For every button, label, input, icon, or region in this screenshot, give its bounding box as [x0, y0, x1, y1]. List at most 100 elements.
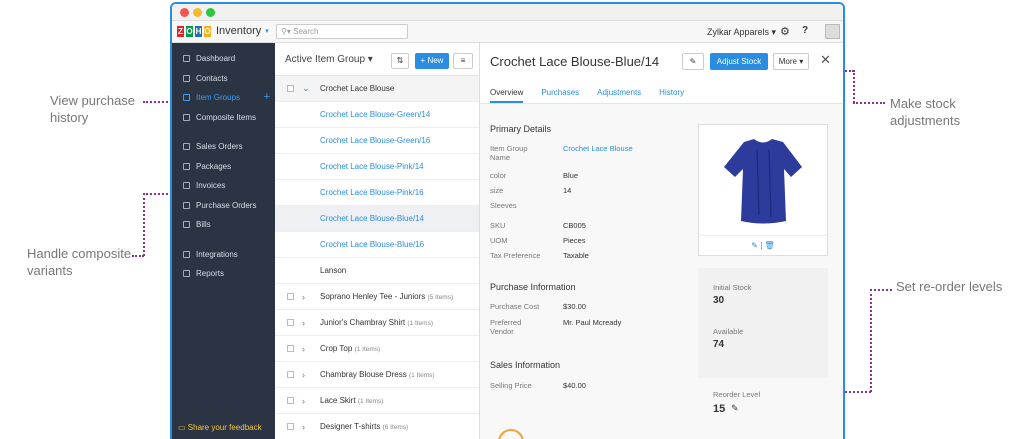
group-name: Junior's Chambray Shirt	[320, 318, 406, 327]
variant-row-selected[interactable]: Crochet Lace Blouse-Blue/14	[275, 206, 479, 232]
tab-adjustments[interactable]: Adjustments	[597, 88, 641, 103]
row-checkbox[interactable]	[287, 85, 294, 92]
maximize-window-button[interactable]	[206, 8, 215, 17]
more-button[interactable]: More ▾	[773, 53, 809, 70]
row-checkbox[interactable]	[287, 397, 294, 404]
org-switcher[interactable]: Zylkar Apparels ▾	[707, 27, 776, 38]
field-label: UOM	[490, 236, 508, 245]
chevron-right-icon[interactable]: ›	[302, 292, 305, 302]
row-checkbox[interactable]	[287, 371, 294, 378]
group-count: (1 Items)	[354, 346, 381, 353]
callout-text: Make stock adjustments	[890, 96, 961, 128]
trash-icon[interactable]: 🗑	[765, 241, 775, 250]
group-row[interactable]: › Lace Skirt (1 Items)	[275, 388, 479, 414]
sidebar-item-packages[interactable]: Packages	[172, 157, 275, 177]
group-row[interactable]: › Crop Top (1 Items)	[275, 336, 479, 362]
help-icon[interactable]: ?	[802, 25, 808, 36]
group-label: Chambray Blouse Dress (1 Items)	[320, 370, 435, 379]
connector-line	[143, 193, 145, 256]
sidebar-item-label: Contacts	[196, 73, 228, 83]
zoho-logo[interactable]: Z O H O Inventory ▾	[177, 25, 269, 37]
row-checkbox[interactable]	[287, 345, 294, 352]
group-name: Designer T-shirts	[320, 422, 381, 431]
document-icon	[183, 201, 190, 209]
row-checkbox[interactable]	[287, 319, 294, 326]
group-row[interactable]: › Junior's Chambray Shirt (1 Items)	[275, 310, 479, 336]
sidebar-item-reports[interactable]: Reports	[172, 264, 275, 284]
sidebar-item-dashboard[interactable]: Dashboard	[172, 49, 275, 69]
variant-row[interactable]: Crochet Lace Blouse-Blue/16	[275, 232, 479, 258]
group-row[interactable]: › Chambray Blouse Dress (1 Items)	[275, 362, 479, 388]
group-row[interactable]: ⌄ Crochet Lace Blouse	[275, 76, 479, 102]
pencil-icon[interactable]: ✎	[731, 403, 739, 414]
variant-row[interactable]: Crochet Lace Blouse-Green/14	[275, 102, 479, 128]
sidebar-item-composite-items[interactable]: Composite Items	[172, 108, 275, 128]
variant-row[interactable]: Crochet Lace Blouse-Pink/16	[275, 180, 479, 206]
variant-row[interactable]: Crochet Lace Blouse-Green/16	[275, 128, 479, 154]
group-label: Designer T-shirts (6 Items)	[320, 422, 408, 431]
close-window-button[interactable]	[180, 8, 189, 17]
chevron-down-icon[interactable]: ⌄	[302, 83, 310, 94]
feedback-link[interactable]: ▭ Share your feedback	[178, 423, 262, 432]
tab-overview[interactable]: Overview	[490, 88, 524, 103]
connector-line	[132, 255, 144, 257]
search-input[interactable]: ⚲▾ Search	[276, 24, 408, 39]
chevron-right-icon[interactable]: ›	[302, 344, 305, 354]
sidebar-item-integrations[interactable]: Integrations	[172, 245, 275, 265]
sidebar: Dashboard Contacts Item Groups + Composit…	[172, 43, 275, 439]
sidebar-item-purchase-orders[interactable]: Purchase Orders	[172, 196, 275, 216]
chevron-right-icon[interactable]: ›	[302, 396, 305, 406]
variant-link[interactable]: Crochet Lace Blouse-Blue/14	[320, 214, 424, 223]
row-checkbox[interactable]	[287, 293, 294, 300]
callout-reorder: Set re-order levels	[896, 278, 1006, 295]
row-checkbox[interactable]	[287, 423, 294, 430]
chevron-right-icon[interactable]: ›	[302, 318, 305, 328]
gear-icon[interactable]: ⚙	[780, 25, 790, 38]
variant-link[interactable]: Crochet Lace Blouse-Pink/14	[320, 162, 424, 171]
edit-icon[interactable]: ✎	[682, 53, 704, 70]
scroll-down-button[interactable]	[498, 429, 524, 439]
sidebar-item-item-groups[interactable]: Item Groups +	[172, 88, 275, 108]
variant-link[interactable]: Crochet Lace Blouse-Green/14	[320, 110, 430, 119]
minimize-window-button[interactable]	[193, 8, 202, 17]
connector-line	[870, 289, 872, 392]
add-icon[interactable]: +	[264, 88, 270, 108]
variant-row[interactable]: Crochet Lace Blouse-Pink/14	[275, 154, 479, 180]
close-icon[interactable]: ✕	[820, 52, 831, 68]
new-item-button[interactable]: + New	[415, 53, 449, 69]
list-header: Active Item Group ▾ ⇅ + New ≡	[275, 43, 479, 76]
filter-button[interactable]: ⇅	[391, 53, 409, 69]
group-name: Chambray Blouse Dress	[320, 370, 407, 379]
tab-purchases[interactable]: Purchases	[541, 88, 579, 103]
chevron-right-icon[interactable]: ›	[302, 370, 305, 380]
overview-body: Primary Details Item Group Name Crochet …	[480, 103, 843, 439]
sidebar-item-bills[interactable]: Bills	[172, 215, 275, 235]
menu-icon[interactable]: ≡	[453, 53, 473, 69]
variant-row[interactable]: Lanson	[275, 258, 479, 284]
connector-line	[870, 289, 892, 291]
variant-link[interactable]: Crochet Lace Blouse-Green/16	[320, 136, 430, 145]
integrations-icon	[183, 250, 190, 258]
adjust-stock-button[interactable]: Adjust Stock	[710, 53, 768, 70]
callout-text: Handle composite variants	[27, 246, 132, 278]
group-row[interactable]: › Soprano Henley Tee - Juniors (5 Items)	[275, 284, 479, 310]
tab-history[interactable]: History	[659, 88, 684, 103]
variant-link[interactable]: Crochet Lace Blouse-Blue/16	[320, 240, 424, 249]
group-row[interactable]: › Designer T-shirts (6 Items)	[275, 414, 479, 439]
chevron-right-icon[interactable]: ›	[302, 422, 305, 432]
item-group-link[interactable]: Crochet Lace Blouse	[563, 144, 633, 153]
top-bar: Z O H O Inventory ▾ ⚲▾ Search Zylkar App…	[172, 21, 843, 43]
sidebar-item-contacts[interactable]: Contacts	[172, 69, 275, 89]
field-label: Sleeves	[490, 201, 517, 210]
variant-link[interactable]: Crochet Lace Blouse-Pink/16	[320, 188, 424, 197]
pencil-icon[interactable]: ✎	[751, 241, 758, 250]
cart-icon	[183, 143, 190, 151]
field-value: $30.00	[563, 302, 586, 311]
detail-tabs: Overview Purchases Adjustments History	[490, 88, 684, 103]
list-view-selector[interactable]: Active Item Group ▾	[285, 54, 373, 65]
avatar[interactable]	[825, 24, 840, 39]
group-name: Lace Skirt	[320, 396, 356, 405]
sidebar-item-label: Invoices	[196, 181, 226, 190]
sidebar-item-invoices[interactable]: Invoices	[172, 176, 275, 196]
sidebar-item-sales-orders[interactable]: Sales Orders	[172, 137, 275, 157]
